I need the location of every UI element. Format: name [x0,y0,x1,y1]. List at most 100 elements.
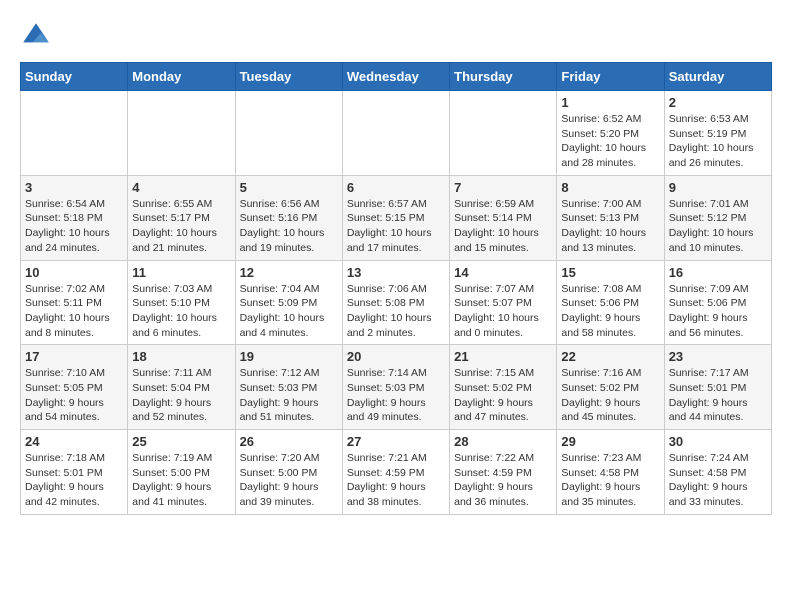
day-number: 8 [561,180,659,195]
calendar-cell: 13 Sunrise: 7:06 AM Sunset: 5:08 PM Dayli… [342,260,449,345]
calendar-cell: 30 Sunrise: 7:24 AM Sunset: 4:58 PM Dayli… [664,430,771,515]
day-number: 21 [454,349,552,364]
day-number: 16 [669,265,767,280]
calendar-cell: 20 Sunrise: 7:14 AM Sunset: 5:03 PM Dayli… [342,345,449,430]
day-info: Sunrise: 7:21 AM Sunset: 4:59 PM Dayligh… [347,451,445,510]
day-info: Sunrise: 6:57 AM Sunset: 5:15 PM Dayligh… [347,197,445,256]
day-number: 13 [347,265,445,280]
calendar-cell: 14 Sunrise: 7:07 AM Sunset: 5:07 PM Dayli… [450,260,557,345]
day-info: Sunrise: 7:00 AM Sunset: 5:13 PM Dayligh… [561,197,659,256]
day-number: 25 [132,434,230,449]
column-header-tuesday: Tuesday [235,63,342,91]
day-info: Sunrise: 6:53 AM Sunset: 5:19 PM Dayligh… [669,112,767,171]
day-info: Sunrise: 7:11 AM Sunset: 5:04 PM Dayligh… [132,366,230,425]
day-info: Sunrise: 7:22 AM Sunset: 4:59 PM Dayligh… [454,451,552,510]
calendar-header-row: SundayMondayTuesdayWednesdayThursdayFrid… [21,63,772,91]
day-number: 14 [454,265,552,280]
calendar-cell: 16 Sunrise: 7:09 AM Sunset: 5:06 PM Dayli… [664,260,771,345]
calendar-cell [235,91,342,176]
day-info: Sunrise: 7:09 AM Sunset: 5:06 PM Dayligh… [669,282,767,341]
day-info: Sunrise: 7:06 AM Sunset: 5:08 PM Dayligh… [347,282,445,341]
day-number: 24 [25,434,123,449]
calendar-week-5: 24 Sunrise: 7:18 AM Sunset: 5:01 PM Dayli… [21,430,772,515]
day-number: 3 [25,180,123,195]
calendar-cell: 24 Sunrise: 7:18 AM Sunset: 5:01 PM Dayli… [21,430,128,515]
day-info: Sunrise: 7:03 AM Sunset: 5:10 PM Dayligh… [132,282,230,341]
calendar-cell: 25 Sunrise: 7:19 AM Sunset: 5:00 PM Dayli… [128,430,235,515]
calendar-week-4: 17 Sunrise: 7:10 AM Sunset: 5:05 PM Dayli… [21,345,772,430]
day-info: Sunrise: 7:14 AM Sunset: 5:03 PM Dayligh… [347,366,445,425]
calendar-cell: 26 Sunrise: 7:20 AM Sunset: 5:00 PM Dayli… [235,430,342,515]
calendar-cell: 17 Sunrise: 7:10 AM Sunset: 5:05 PM Dayli… [21,345,128,430]
day-number: 22 [561,349,659,364]
day-number: 26 [240,434,338,449]
calendar: SundayMondayTuesdayWednesdayThursdayFrid… [20,62,772,515]
calendar-cell: 6 Sunrise: 6:57 AM Sunset: 5:15 PM Daylig… [342,175,449,260]
column-header-monday: Monday [128,63,235,91]
day-info: Sunrise: 7:23 AM Sunset: 4:58 PM Dayligh… [561,451,659,510]
day-number: 10 [25,265,123,280]
calendar-cell: 18 Sunrise: 7:11 AM Sunset: 5:04 PM Dayli… [128,345,235,430]
calendar-cell: 7Sunrise: 6:59 AM Sunset: 5:14 PM Daylig… [450,175,557,260]
day-info: Sunrise: 7:04 AM Sunset: 5:09 PM Dayligh… [240,282,338,341]
day-number: 29 [561,434,659,449]
calendar-cell: 12Sunrise: 7:04 AM Sunset: 5:09 PM Dayli… [235,260,342,345]
day-info: Sunrise: 7:20 AM Sunset: 5:00 PM Dayligh… [240,451,338,510]
calendar-cell [450,91,557,176]
calendar-cell: 21Sunrise: 7:15 AM Sunset: 5:02 PM Dayli… [450,345,557,430]
logo-icon [20,20,52,52]
day-number: 18 [132,349,230,364]
column-header-friday: Friday [557,63,664,91]
day-number: 19 [240,349,338,364]
day-number: 30 [669,434,767,449]
calendar-cell [128,91,235,176]
logo [20,20,56,52]
day-number: 2 [669,95,767,110]
day-info: Sunrise: 7:10 AM Sunset: 5:05 PM Dayligh… [25,366,123,425]
day-info: Sunrise: 7:08 AM Sunset: 5:06 PM Dayligh… [561,282,659,341]
day-number: 17 [25,349,123,364]
calendar-cell: 1 Sunrise: 6:52 AM Sunset: 5:20 PM Daylig… [557,91,664,176]
day-info: Sunrise: 7:16 AM Sunset: 5:02 PM Dayligh… [561,366,659,425]
day-number: 9 [669,180,767,195]
calendar-cell [21,91,128,176]
day-info: Sunrise: 7:02 AM Sunset: 5:11 PM Dayligh… [25,282,123,341]
day-info: Sunrise: 7:07 AM Sunset: 5:07 PM Dayligh… [454,282,552,341]
calendar-week-1: 1 Sunrise: 6:52 AM Sunset: 5:20 PM Daylig… [21,91,772,176]
day-number: 4 [132,180,230,195]
day-info: Sunrise: 7:01 AM Sunset: 5:12 PM Dayligh… [669,197,767,256]
day-info: Sunrise: 7:12 AM Sunset: 5:03 PM Dayligh… [240,366,338,425]
calendar-cell: 29 Sunrise: 7:23 AM Sunset: 4:58 PM Dayli… [557,430,664,515]
calendar-cell: 4 Sunrise: 6:55 AM Sunset: 5:17 PM Daylig… [128,175,235,260]
day-info: Sunrise: 6:56 AM Sunset: 5:16 PM Dayligh… [240,197,338,256]
day-info: Sunrise: 6:55 AM Sunset: 5:17 PM Dayligh… [132,197,230,256]
calendar-cell: 2 Sunrise: 6:53 AM Sunset: 5:19 PM Daylig… [664,91,771,176]
day-number: 6 [347,180,445,195]
day-number: 23 [669,349,767,364]
day-info: Sunrise: 7:18 AM Sunset: 5:01 PM Dayligh… [25,451,123,510]
day-number: 11 [132,265,230,280]
day-number: 1 [561,95,659,110]
day-number: 5 [240,180,338,195]
calendar-cell: 27Sunrise: 7:21 AM Sunset: 4:59 PM Dayli… [342,430,449,515]
day-info: Sunrise: 6:54 AM Sunset: 5:18 PM Dayligh… [25,197,123,256]
column-header-thursday: Thursday [450,63,557,91]
day-number: 28 [454,434,552,449]
calendar-cell: 8 Sunrise: 7:00 AM Sunset: 5:13 PM Daylig… [557,175,664,260]
calendar-cell: 22 Sunrise: 7:16 AM Sunset: 5:02 PM Dayli… [557,345,664,430]
day-number: 20 [347,349,445,364]
column-header-wednesday: Wednesday [342,63,449,91]
column-header-sunday: Sunday [21,63,128,91]
calendar-cell [342,91,449,176]
day-number: 15 [561,265,659,280]
calendar-cell: 3 Sunrise: 6:54 AM Sunset: 5:18 PM Daylig… [21,175,128,260]
day-info: Sunrise: 6:52 AM Sunset: 5:20 PM Dayligh… [561,112,659,171]
calendar-cell: 28 Sunrise: 7:22 AM Sunset: 4:59 PM Dayli… [450,430,557,515]
day-info: Sunrise: 6:59 AM Sunset: 5:14 PM Dayligh… [454,197,552,256]
calendar-cell: 15 Sunrise: 7:08 AM Sunset: 5:06 PM Dayli… [557,260,664,345]
calendar-week-2: 3 Sunrise: 6:54 AM Sunset: 5:18 PM Daylig… [21,175,772,260]
calendar-week-3: 10 Sunrise: 7:02 AM Sunset: 5:11 PM Dayli… [21,260,772,345]
day-info: Sunrise: 7:24 AM Sunset: 4:58 PM Dayligh… [669,451,767,510]
calendar-cell: 10 Sunrise: 7:02 AM Sunset: 5:11 PM Dayli… [21,260,128,345]
day-info: Sunrise: 7:19 AM Sunset: 5:00 PM Dayligh… [132,451,230,510]
